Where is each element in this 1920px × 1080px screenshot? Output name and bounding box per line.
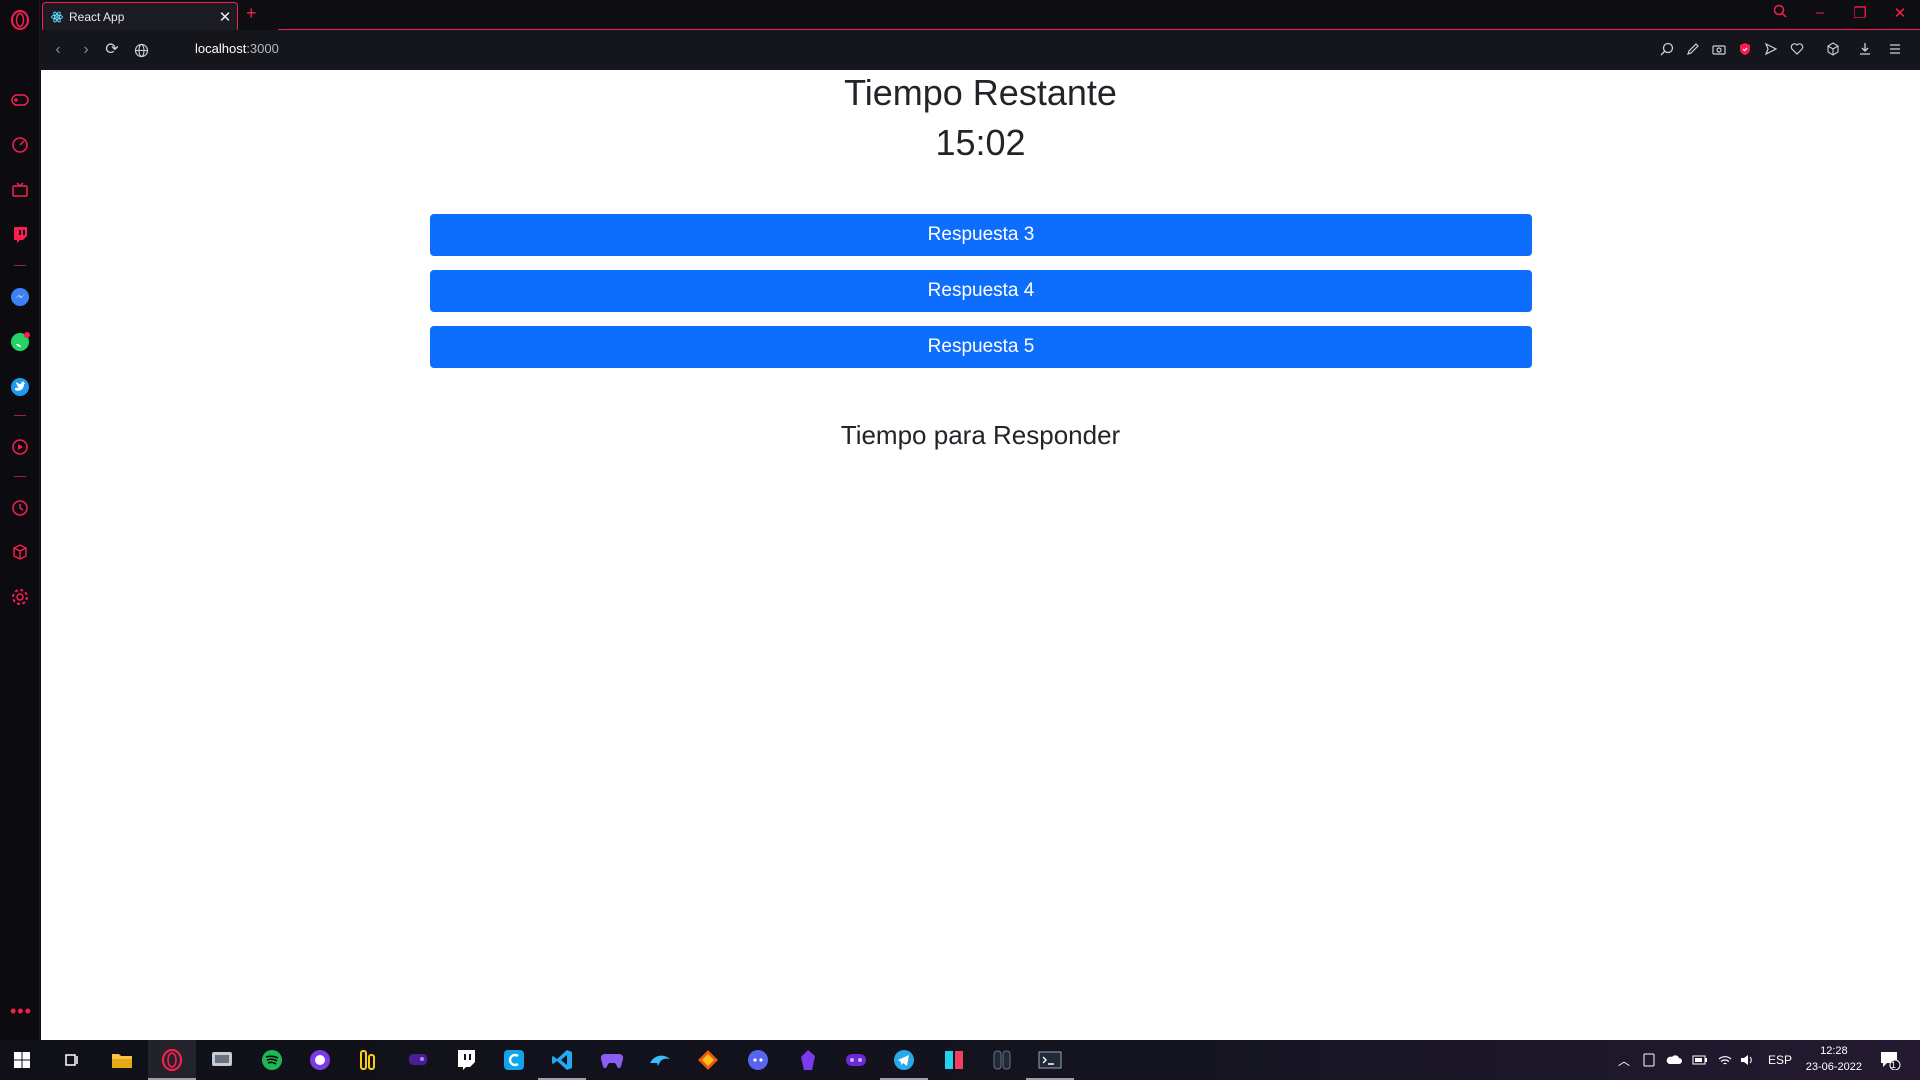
- app-yellow-icon[interactable]: [354, 1046, 382, 1074]
- file-explorer-icon[interactable]: [108, 1046, 136, 1074]
- answer-button[interactable]: Respuesta 4: [430, 270, 1532, 312]
- extensions-icon[interactable]: [1824, 40, 1842, 58]
- search-tabs-icon[interactable]: [1768, 4, 1792, 22]
- url-port: :3000: [246, 41, 279, 56]
- gamepad-icon[interactable]: [10, 90, 30, 110]
- player-icon[interactable]: [10, 437, 30, 457]
- send-icon[interactable]: [1762, 40, 1780, 58]
- spotify-icon[interactable]: [258, 1046, 286, 1074]
- search-page-icon[interactable]: [1658, 40, 1676, 58]
- new-tab-button[interactable]: +: [246, 3, 257, 24]
- taskbar-running-indicator: [1026, 1040, 1074, 1080]
- volume-icon[interactable]: [1740, 1054, 1754, 1066]
- battery-icon[interactable]: [1692, 1055, 1708, 1065]
- tray-app-icon[interactable]: [1642, 1053, 1656, 1067]
- task-view-icon[interactable]: [58, 1046, 86, 1074]
- menu-icon[interactable]: [1886, 40, 1904, 58]
- taskbar: ︿ ESP 12:28 23-06-2022 1: [0, 1040, 1920, 1080]
- gamepad-app-icon[interactable]: [598, 1046, 626, 1074]
- language-indicator[interactable]: ESP: [1768, 1053, 1792, 1067]
- dolphin-emulator-icon[interactable]: [646, 1046, 674, 1074]
- react-favicon-icon: [51, 11, 63, 22]
- twitch-tv-icon[interactable]: [10, 180, 30, 200]
- windows-start-icon[interactable]: [8, 1046, 36, 1074]
- c-app-icon[interactable]: [500, 1046, 528, 1074]
- clock-time: 12:28: [1820, 1045, 1848, 1057]
- github-desktop-icon[interactable]: [306, 1046, 334, 1074]
- whatsapp-icon[interactable]: [10, 332, 30, 352]
- answer-button[interactable]: Respuesta 3: [430, 214, 1532, 256]
- countdown-timer: 15:02: [935, 122, 1026, 163]
- clock-date: 23-06-2022: [1805, 1061, 1862, 1073]
- adblock-shield-icon[interactable]: [1736, 40, 1754, 58]
- twitch-app-icon[interactable]: [452, 1046, 480, 1074]
- opera-logo-icon[interactable]: [10, 10, 30, 30]
- close-window-icon[interactable]: ✕: [1888, 4, 1912, 22]
- answer-list: Respuesta 3 Respuesta 4 Respuesta 5: [430, 214, 1532, 382]
- extensions-cube-icon[interactable]: [10, 542, 30, 562]
- taskbar-running-indicator: [880, 1040, 928, 1080]
- obsidian-icon[interactable]: [794, 1046, 822, 1074]
- answer-time-heading: Tiempo para Responder: [840, 420, 1121, 450]
- onedrive-cloud-icon[interactable]: [1666, 1054, 1683, 1066]
- tab-title: React App: [69, 9, 125, 24]
- game-launcher-icon[interactable]: [404, 1046, 432, 1074]
- settings-gear-icon[interactable]: [10, 587, 30, 607]
- desktop-app-icon[interactable]: [208, 1046, 236, 1074]
- minimize-icon[interactable]: –: [1808, 4, 1832, 21]
- back-icon[interactable]: ‹: [48, 40, 68, 60]
- system-tray: ︿ ESP: [1618, 1040, 1792, 1080]
- history-clock-icon[interactable]: [10, 498, 30, 518]
- sidebar-divider: [14, 265, 26, 266]
- camera-icon[interactable]: [1710, 40, 1728, 58]
- download-icon[interactable]: [1856, 40, 1874, 58]
- page-title: Tiempo Restante: [844, 72, 1117, 113]
- sidebar-divider: [14, 476, 26, 477]
- speed-dial-icon[interactable]: [10, 135, 30, 155]
- wifi-icon[interactable]: [1718, 1054, 1732, 1066]
- tray-chevron-icon[interactable]: ︿: [1618, 1052, 1630, 1069]
- url-host: localhost: [195, 41, 247, 56]
- edit-icon[interactable]: [1684, 40, 1702, 58]
- url-field[interactable]: localhost:3000: [195, 41, 279, 56]
- globe-icon: [132, 41, 150, 59]
- answer-button[interactable]: Respuesta 5: [430, 326, 1532, 368]
- sidebar-more-icon[interactable]: •••: [10, 1001, 32, 1022]
- browser-sidebar: •••: [0, 0, 40, 1040]
- jetbrains-toolbox-icon[interactable]: [940, 1046, 968, 1074]
- twitch-icon[interactable]: [10, 225, 30, 245]
- messenger-icon[interactable]: [10, 287, 30, 307]
- notifications-icon[interactable]: 1: [1876, 1046, 1904, 1074]
- forward-icon[interactable]: ›: [76, 40, 96, 60]
- taskbar-running-indicator: [538, 1040, 586, 1080]
- page-viewport: Tiempo Restante 15:02 Respuesta 3 Respue…: [41, 70, 1920, 1040]
- system-clock[interactable]: 12:28 23-06-2022: [1806, 1043, 1862, 1075]
- switch-app-icon[interactable]: [988, 1046, 1016, 1074]
- restore-icon[interactable]: ❐: [1848, 4, 1872, 22]
- heart-icon[interactable]: [1788, 40, 1806, 58]
- diamond-app-icon[interactable]: [694, 1046, 722, 1074]
- tab-close-icon[interactable]: ✕: [213, 8, 237, 26]
- tab-react-app[interactable]: React App ✕: [42, 2, 238, 30]
- tab-bar: React App ✕ + – ❐ ✕: [40, 0, 1920, 30]
- twitter-icon[interactable]: [10, 377, 30, 397]
- discord-icon[interactable]: [744, 1046, 772, 1074]
- address-bar: ‹ › ⟳ localhost:3000: [40, 30, 1920, 70]
- reload-icon[interactable]: ⟳: [102, 40, 122, 60]
- controller-icon[interactable]: [842, 1046, 870, 1074]
- notification-count: 1: [1891, 1060, 1897, 1070]
- sidebar-divider: [14, 415, 26, 416]
- opera-gx-icon[interactable]: [158, 1046, 186, 1074]
